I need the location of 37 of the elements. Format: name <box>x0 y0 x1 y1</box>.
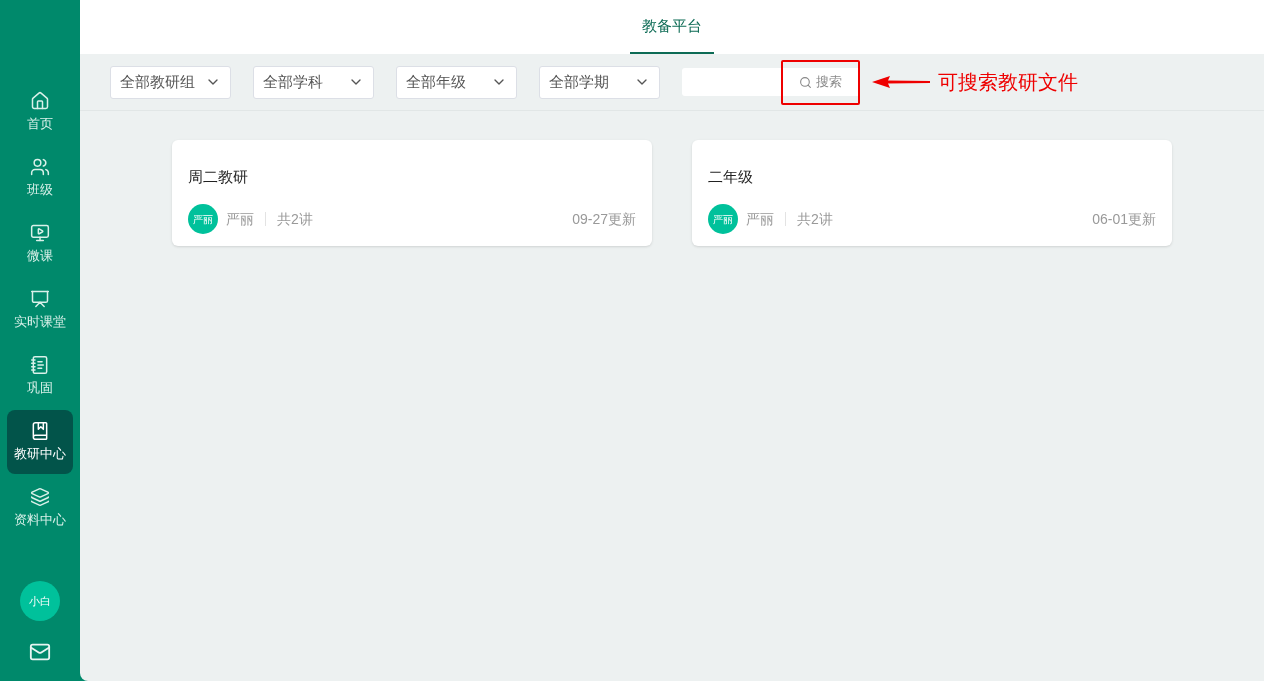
search-icon <box>799 75 812 89</box>
search-field[interactable] <box>682 68 781 96</box>
lesson-count: 共2讲 <box>797 209 833 229</box>
header-tab[interactable]: 教备平台 <box>630 0 714 54</box>
card-title: 二年级 <box>708 167 754 186</box>
author-name: 严丽 <box>226 209 254 229</box>
sidebar-item[interactable]: 微课 <box>7 212 73 276</box>
lesson-count: 共2讲 <box>277 209 313 229</box>
sidebar-item[interactable]: 资料中心 <box>7 476 73 540</box>
sidebar-item[interactable]: 教研中心 <box>7 410 73 474</box>
filter-dropdown[interactable]: 全部学科 <box>253 65 374 99</box>
notebook-icon <box>30 354 50 375</box>
search-button[interactable]: 搜索 <box>783 68 858 96</box>
video-icon <box>30 222 50 243</box>
book-icon <box>30 420 50 441</box>
filter-dropdown[interactable]: 全部教研组 <box>110 65 231 99</box>
board-icon <box>30 288 50 309</box>
home-icon <box>30 90 50 111</box>
filter-dropdown[interactable]: 全部年级 <box>396 65 517 99</box>
course-card[interactable]: 周二教研 严丽 严丽 共2讲 09-27更新 <box>172 140 652 246</box>
sidebar-item[interactable]: 班级 <box>7 146 73 210</box>
card-title: 周二教研 <box>188 167 249 186</box>
author-avatar: 严丽 <box>708 204 738 234</box>
mail-icon[interactable] <box>29 641 51 663</box>
course-card[interactable]: 二年级 严丽 严丽 共2讲 06-01更新 <box>692 140 1172 246</box>
people-icon <box>30 156 50 177</box>
sidebar-item[interactable]: 首页 <box>7 80 73 144</box>
filter-dropdown[interactable]: 全部学期 <box>539 65 660 99</box>
sidebar-item[interactable]: 实时课堂 <box>7 278 73 342</box>
sidebar-item[interactable]: 巩固 <box>7 344 73 408</box>
annotation-arrow <box>872 75 932 89</box>
layers-icon <box>30 486 50 507</box>
annotation-text: 可搜索教研文件 <box>938 70 1078 95</box>
author-avatar: 严丽 <box>188 204 218 234</box>
update-date: 09-27更新 <box>572 209 636 229</box>
update-date: 06-01更新 <box>1092 209 1156 229</box>
author-name: 严丽 <box>746 209 774 229</box>
